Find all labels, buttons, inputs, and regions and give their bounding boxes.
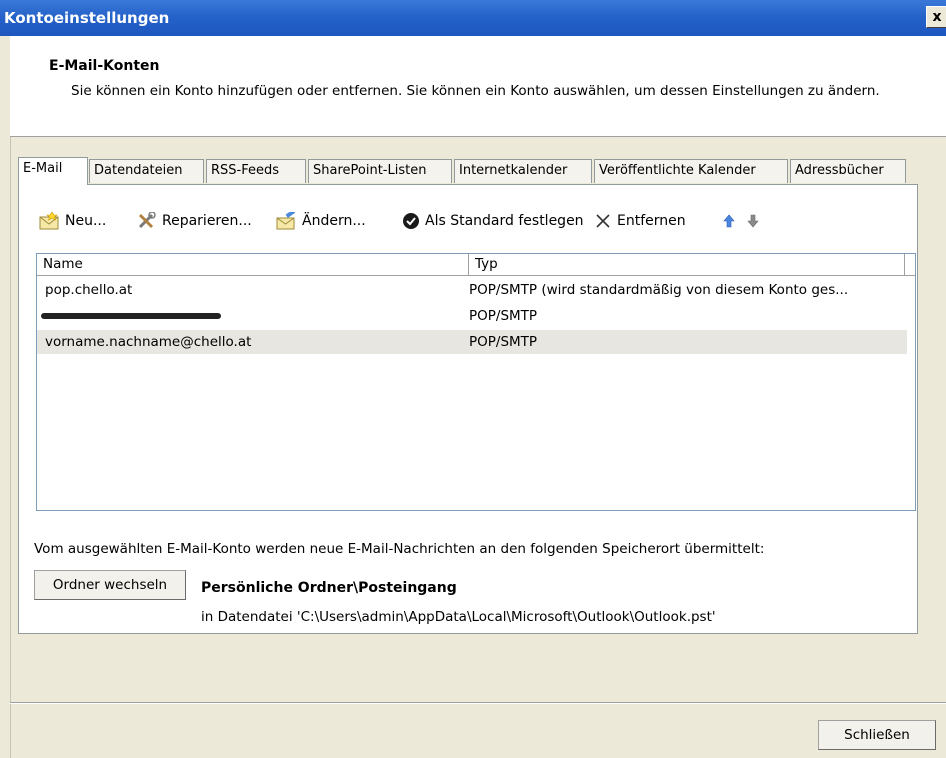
delivery-folder: Persönliche Ordner\Posteingang	[201, 580, 457, 596]
tab-email[interactable]: E-Mail	[18, 157, 88, 185]
delivery-info-text: Vom ausgewählten E-Mail-Konto werden neu…	[34, 541, 765, 557]
footer-divider	[10, 702, 946, 704]
account-type: POP/SMTP (wird standardmäßig von diesem …	[469, 282, 849, 298]
remove-button[interactable]: Entfernen	[594, 208, 686, 234]
change-button[interactable]: Ändern...	[275, 208, 366, 234]
tab-strip: E-Mail Datendateien RSS-Feeds SharePoint…	[18, 157, 928, 185]
tab-label: SharePoint-Listen	[313, 163, 427, 178]
set-default-label: Als Standard festlegen	[425, 213, 584, 229]
delete-x-icon	[596, 214, 610, 228]
new-mail-icon	[39, 212, 59, 230]
tab-address-books[interactable]: Adressbücher	[790, 159, 906, 183]
dialog-left-border	[10, 36, 11, 758]
tools-icon	[138, 212, 156, 229]
tab-label: Datendateien	[94, 163, 183, 178]
tab-label: Internetkalender	[459, 163, 568, 178]
data-file-path: in Datendatei 'C:\Users\admin\AppData\Lo…	[201, 609, 716, 625]
tab-label: Veröffentlichte Kalender	[599, 163, 756, 178]
header-panel: E-Mail-Konten Sie können ein Konto hinzu…	[10, 36, 946, 137]
tab-rss-feeds[interactable]: RSS-Feeds	[206, 159, 306, 183]
move-down-button[interactable]	[746, 208, 760, 234]
column-header-type[interactable]: Typ	[469, 254, 905, 275]
table-row[interactable]: POP/SMTP	[37, 304, 907, 328]
tab-internet-calendars[interactable]: Internetkalender	[454, 159, 592, 183]
redacted-account-name	[41, 313, 221, 319]
header-title: E-Mail-Konten	[49, 58, 160, 74]
window-title: Kontoeinstellungen	[4, 9, 170, 27]
change-folder-button[interactable]: Ordner wechseln	[34, 570, 186, 600]
close-window-button[interactable]: x	[926, 6, 946, 28]
remove-label: Entfernen	[617, 213, 686, 229]
new-account-button[interactable]: Neu...	[38, 208, 106, 234]
table-row[interactable]: vorname.nachname@chello.at POP/SMTP	[37, 330, 907, 354]
tab-data-files[interactable]: Datendateien	[89, 159, 204, 183]
header-description: Sie können ein Konto hinzufügen oder ent…	[71, 83, 880, 99]
tab-label: RSS-Feeds	[211, 163, 280, 178]
arrow-up-icon	[723, 214, 735, 228]
new-label: Neu...	[65, 213, 107, 229]
repair-button[interactable]: Reparieren...	[137, 208, 252, 234]
column-header-name[interactable]: Name	[37, 254, 469, 275]
change-label: Ändern...	[302, 213, 366, 229]
account-name: pop.chello.at	[45, 282, 133, 298]
account-type: POP/SMTP	[469, 334, 538, 350]
title-bar: Kontoeinstellungen x	[0, 0, 946, 36]
account-name: vorname.nachname@chello.at	[45, 334, 252, 350]
table-row[interactable]: pop.chello.at POP/SMTP (wird standardmäß…	[37, 278, 907, 302]
check-circle-icon	[403, 213, 419, 229]
account-type: POP/SMTP	[469, 308, 538, 324]
set-default-button[interactable]: Als Standard festlegen	[402, 208, 584, 234]
arrow-down-icon	[747, 214, 759, 228]
repair-label: Reparieren...	[162, 213, 252, 229]
accounts-list-header: Name Typ	[37, 254, 915, 276]
tab-label: E-Mail	[23, 161, 63, 176]
move-up-button[interactable]	[722, 208, 736, 234]
tab-label: Adressbücher	[795, 163, 884, 178]
close-button[interactable]: Schließen	[818, 720, 936, 750]
accounts-list: Name Typ pop.chello.at POP/SMTP (wird st…	[36, 253, 916, 511]
tab-sharepoint-lists[interactable]: SharePoint-Listen	[308, 159, 452, 183]
edit-account-icon	[276, 212, 296, 230]
accounts-toolbar: Neu... Reparieren... Ändern... Als Stand…	[38, 208, 898, 236]
tab-published-calendars[interactable]: Veröffentlichte Kalender	[594, 159, 788, 183]
